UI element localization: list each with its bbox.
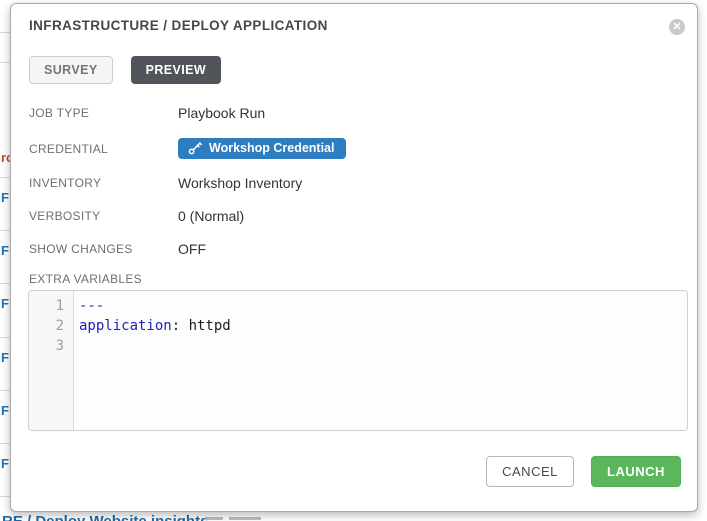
background-clipped-link: RE / Deploy Website insights bbox=[2, 513, 208, 521]
screen: rc F F F F F F RE / Deploy Website insig… bbox=[0, 0, 707, 521]
key-icon bbox=[188, 141, 202, 155]
detail-row-job-type: JOB TYPE Playbook Run bbox=[29, 105, 265, 121]
cancel-button[interactable]: CANCEL bbox=[486, 456, 574, 487]
extra-variables-editor[interactable]: 1 2 3 --- application: httpd bbox=[28, 290, 688, 431]
close-icon[interactable]: ✕ bbox=[669, 19, 685, 35]
background-text-fragment: F bbox=[1, 243, 9, 258]
credential-badge[interactable]: Workshop Credential bbox=[178, 138, 346, 159]
job-type-label: JOB TYPE bbox=[29, 106, 178, 120]
show-changes-label: SHOW CHANGES bbox=[29, 242, 178, 256]
background-text-fragment: F bbox=[1, 350, 9, 365]
line-number: 1 bbox=[29, 296, 64, 316]
modal-tab-bar: SURVEY PREVIEW bbox=[29, 56, 221, 84]
detail-row-inventory: INVENTORY Workshop Inventory bbox=[29, 175, 302, 191]
yaml-separator: : bbox=[172, 318, 189, 334]
background-meta-fragment bbox=[229, 517, 261, 520]
editor-line-numbers: 1 2 3 bbox=[29, 291, 74, 430]
modal-footer: CANCEL LAUNCH bbox=[486, 456, 681, 487]
job-type-value: Playbook Run bbox=[178, 105, 265, 121]
detail-row-verbosity: VERBOSITY 0 (Normal) bbox=[29, 208, 244, 224]
editor-code-area[interactable]: --- application: httpd bbox=[74, 291, 687, 430]
credential-badge-label: Workshop Credential bbox=[209, 141, 334, 155]
modal-title: INFRASTRUCTURE / DEPLOY APPLICATION bbox=[29, 18, 328, 33]
tab-preview[interactable]: PREVIEW bbox=[131, 56, 221, 84]
inventory-value: Workshop Inventory bbox=[178, 175, 302, 191]
yaml-doc-start: --- bbox=[79, 298, 104, 314]
verbosity-value: 0 (Normal) bbox=[178, 208, 244, 224]
yaml-key: application bbox=[79, 318, 172, 334]
tab-survey[interactable]: SURVEY bbox=[29, 56, 113, 84]
background-text-fragment: F bbox=[1, 403, 9, 418]
background-page-bottom-sliver: RE / Deploy Website insights bbox=[0, 512, 707, 521]
line-number: 3 bbox=[29, 336, 64, 356]
extra-variables-label: EXTRA VARIABLES bbox=[29, 272, 142, 286]
verbosity-label: VERBOSITY bbox=[29, 209, 178, 223]
background-text-fragment: F bbox=[1, 190, 9, 205]
line-number: 2 bbox=[29, 316, 64, 336]
launch-button[interactable]: LAUNCH bbox=[591, 456, 681, 487]
background-text-fragment: F bbox=[1, 456, 9, 471]
inventory-label: INVENTORY bbox=[29, 176, 178, 190]
detail-row-show-changes: SHOW CHANGES OFF bbox=[29, 241, 206, 257]
credential-label: CREDENTIAL bbox=[29, 142, 178, 156]
background-meta-fragment bbox=[205, 517, 223, 520]
deploy-application-modal: INFRASTRUCTURE / DEPLOY APPLICATION ✕ SU… bbox=[10, 3, 698, 512]
background-text-fragment: F bbox=[1, 296, 9, 311]
yaml-value: httpd bbox=[189, 318, 231, 334]
detail-row-credential: CREDENTIAL Workshop Credential bbox=[29, 138, 346, 159]
show-changes-value: OFF bbox=[178, 241, 206, 257]
